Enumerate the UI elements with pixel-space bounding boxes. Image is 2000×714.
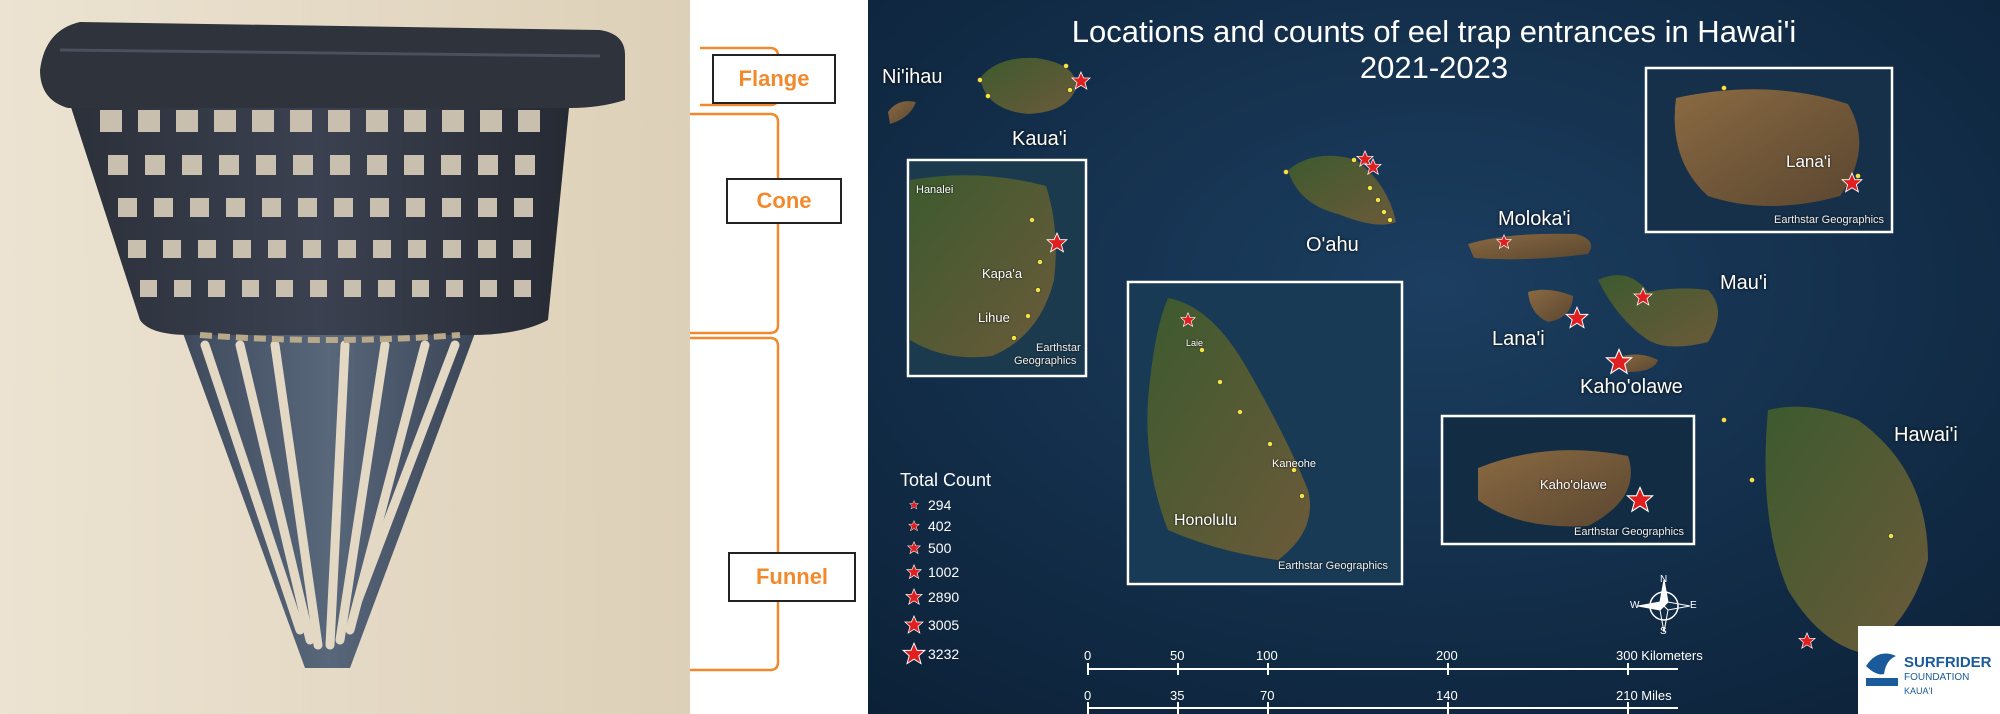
- label-lanai: Lana'i: [1492, 328, 1545, 350]
- label-molokai: Moloka'i: [1498, 208, 1571, 230]
- kahoolawe-credit: Earthstar Geographics: [1574, 526, 1685, 538]
- label-kahoolawe: Kaho'olawe: [1580, 376, 1683, 398]
- legend-item-3005: 3005: [900, 614, 959, 636]
- scale-mi-210: 210 Miles: [1616, 688, 1672, 703]
- flange-label: Flange: [712, 54, 836, 104]
- logo-line3: KAUA'I: [1904, 686, 1933, 696]
- map-title-line1: Locations and counts of eel trap entranc…: [1071, 14, 1797, 49]
- part-labels-panel: Flange Cone Funnel: [690, 0, 868, 714]
- eel-trap-photo: [0, 0, 690, 714]
- label-hawaii: Hawai'i: [1894, 424, 1958, 446]
- legend-item-294: 294: [900, 496, 951, 514]
- scale-km-50: 50: [1170, 648, 1185, 663]
- lanai-inset-land: [1674, 89, 1860, 206]
- legend-item-2890: 2890: [900, 587, 959, 607]
- scale-mi-70: 70: [1260, 688, 1275, 703]
- flange-section: [40, 22, 625, 108]
- legend-title: Total Count: [900, 470, 992, 490]
- scale-km-100: 100: [1256, 648, 1278, 663]
- legend-value: 3232: [928, 646, 960, 662]
- logo-line1: SURFRIDER: [1904, 654, 1992, 671]
- kauai-credit-line2: Geographics: [1014, 355, 1077, 367]
- funnel-bracket: [690, 336, 780, 672]
- legend-star-icon: [904, 615, 924, 634]
- inset-label-kaneohe: Kaneohe: [1272, 458, 1317, 470]
- legend-star-icon: [907, 541, 921, 554]
- legend-item-500: 500: [900, 539, 951, 557]
- map-title: Locations and counts of eel trap entranc…: [868, 14, 2000, 86]
- legend-value: 294: [928, 497, 952, 513]
- lanai-credit: Earthstar Geographics: [1774, 214, 1885, 226]
- hawaii-eel-trap-map: Locations and counts of eel trap entranc…: [868, 0, 2000, 714]
- inset-label-kahoolawe: Kaho'olawe: [1540, 477, 1607, 492]
- scale-mi-140: 140: [1436, 688, 1458, 703]
- compass-s: S: [1660, 626, 1667, 637]
- label-kauai: Kaua'i: [1012, 128, 1067, 150]
- legend-value: 402: [928, 518, 952, 534]
- label-maui: Mau'i: [1720, 272, 1768, 294]
- legend-item-3232: 3232: [900, 642, 959, 666]
- label-niihau: Ni'ihau: [882, 66, 943, 88]
- legend-star-icon: [909, 500, 919, 510]
- inset-label-honolulu: Honolulu: [1174, 512, 1238, 529]
- compass-w: W: [1630, 600, 1640, 611]
- funnel-label: Funnel: [728, 552, 856, 602]
- scale-mi-35: 35: [1170, 688, 1185, 703]
- scale-km-0: 0: [1084, 648, 1092, 663]
- legend-star-icon: [905, 588, 923, 605]
- oahu-credit: Earthstar Geographics: [1278, 560, 1389, 572]
- legend-star-icon: [902, 642, 926, 665]
- surfrider-logo: SURFRIDER FOUNDATION KAUA'I: [1858, 626, 2000, 714]
- scale-km-200: 200: [1436, 648, 1458, 663]
- kauai-credit-line1: Earthstar: [1036, 342, 1081, 354]
- part-brackets: [690, 46, 780, 672]
- legend-item-1002: 1002: [900, 563, 959, 581]
- compass-n: N: [1660, 574, 1668, 585]
- legend-star-icon: [906, 564, 922, 579]
- legend-value: 1002: [928, 564, 960, 580]
- legend-value: 500: [928, 540, 952, 556]
- inset-label-hanalei: Hanalei: [916, 184, 954, 196]
- logo-line2: FOUNDATION: [1904, 672, 1970, 683]
- compass-e: E: [1690, 600, 1697, 611]
- cone-label: Cone: [726, 178, 842, 224]
- inset-label-kapaa: Kapa'a: [982, 266, 1023, 281]
- inset-label-laie: Laie: [1186, 338, 1204, 348]
- scale-km-300: 300 Kilometers: [1616, 648, 1703, 663]
- label-oahu: O'ahu: [1306, 234, 1359, 256]
- inset-label-lanai: Lana'i: [1786, 152, 1831, 171]
- scale-mi-0: 0: [1084, 688, 1092, 703]
- legend-value: 2890: [928, 589, 960, 605]
- legend-star-icon: [908, 520, 920, 532]
- eel-trap-illustration: [0, 0, 690, 714]
- legend-item-402: 402: [900, 517, 951, 535]
- map-title-line2: 2021-2023: [1359, 50, 1509, 85]
- legend-value: 3005: [928, 617, 960, 633]
- inset-label-lihue: Lihue: [978, 310, 1010, 325]
